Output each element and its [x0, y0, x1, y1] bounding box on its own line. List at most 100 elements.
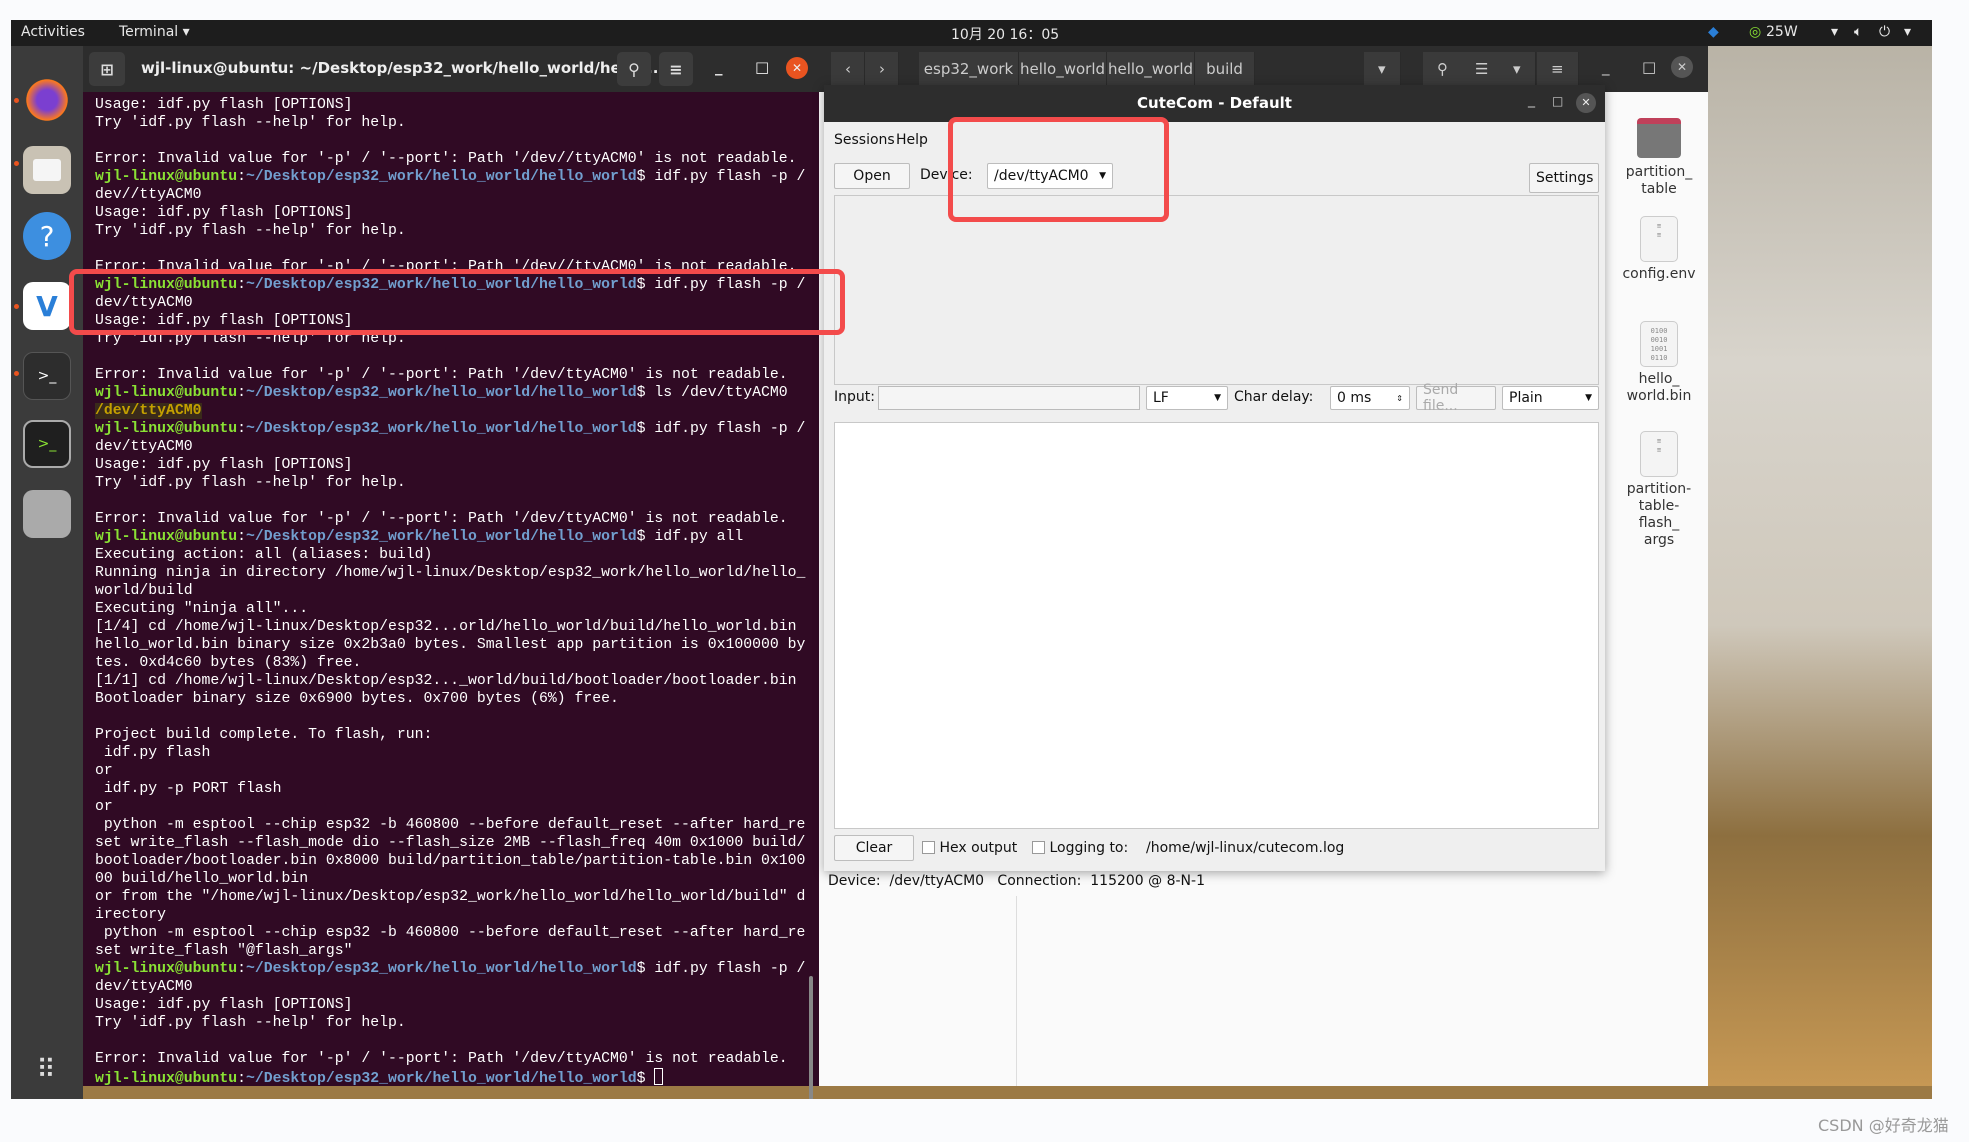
output-text: Error: Invalid value for '-p' / '--port'…: [95, 151, 797, 167]
view-options-chevron-icon[interactable]: ▾: [1499, 52, 1536, 86]
command: $ idf.py all: [636, 529, 744, 545]
minimize-button[interactable]: _: [715, 58, 723, 76]
cutecom-window: CuteCom - Default _ □ ✕ Sessions Help Op…: [824, 85, 1605, 889]
output-text: Usage: idf.py flash [OPTIONS]: [95, 97, 353, 113]
line-ending-select[interactable]: LF ▼: [1146, 386, 1228, 410]
open-button[interactable]: Open: [834, 163, 910, 189]
activities-button[interactable]: Activities: [21, 24, 85, 40]
drive-icon[interactable]: [23, 490, 71, 538]
app-v-icon[interactable]: V: [23, 282, 71, 330]
char-delay-value: 0 ms: [1337, 390, 1372, 406]
send-file-button[interactable]: Send file...: [1416, 382, 1496, 414]
menu-icon[interactable]: ≡: [659, 52, 693, 86]
terminal-app-menu[interactable]: Terminal ▾: [119, 24, 190, 40]
terminal-line: world/build: [95, 582, 815, 600]
terminal-line: hello_world.bin binary size 0x2b3a0 byte…: [95, 636, 815, 654]
output-text: Error: Invalid value for '-p' / '--port'…: [95, 511, 788, 527]
format-select[interactable]: Plain ▼: [1502, 386, 1599, 410]
app-indicator-icon[interactable]: ◆: [1708, 24, 1719, 40]
file-name: hello_ world.bin: [1626, 371, 1692, 404]
new-tab-icon[interactable]: ⊞: [89, 52, 125, 86]
command: $ idf.py flash -p /: [636, 961, 806, 977]
terminal-line: [1/1] cd /home/wjl-linux/Desktop/esp32..…: [95, 672, 815, 690]
terminal-line: Executing "ninja all"...: [95, 600, 815, 618]
breadcrumb-2[interactable]: hello_world: [1107, 52, 1195, 86]
clock[interactable]: 10月 20 16：05: [951, 24, 1059, 44]
breadcrumb-dropdown[interactable]: ▾: [1364, 52, 1401, 86]
terminal-window: ⊞ wjl-linux@ubuntu: ~/Desktop/esp32_work…: [83, 46, 819, 1099]
menu-help[interactable]: Help: [896, 132, 928, 148]
logging-label: Logging to:: [1049, 840, 1129, 856]
close-button[interactable]: ✕: [1671, 56, 1693, 78]
terminal-header: ⊞ wjl-linux@ubuntu: ~/Desktop/esp32_work…: [83, 46, 819, 92]
output-pane[interactable]: [834, 422, 1599, 829]
hex-output-checkbox[interactable]: Hex output: [922, 840, 1017, 856]
prompt-user: wjl-linux@ubuntu: [95, 421, 238, 437]
breadcrumb-0[interactable]: esp32_work: [919, 52, 1019, 86]
close-button[interactable]: ✕: [1576, 93, 1596, 113]
terminal-dock-icon[interactable]: >_: [23, 352, 71, 400]
settings-button[interactable]: Settings: [1529, 163, 1599, 193]
minimize-button[interactable]: _: [1602, 58, 1610, 76]
watermark: CSDN @好奇龙猫: [1818, 1116, 1949, 1135]
output-text: world/build: [95, 583, 193, 599]
terminal-line: idf.py -p PORT flash: [95, 780, 815, 798]
file-item[interactable]: ≡ ≡ partition- table-flash_ args: [1619, 431, 1699, 549]
terminal-line: Executing action: all (aliases: build): [95, 546, 815, 564]
back-button[interactable]: ‹: [831, 52, 865, 86]
terminal-line: Error: Invalid value for '-p' / '--port'…: [95, 1050, 815, 1068]
help-icon[interactable]: ?: [23, 212, 71, 260]
terminal-line: 00 build/hello_world.bin: [95, 870, 815, 888]
output-text: Usage: idf.py flash [OPTIONS]: [95, 457, 353, 473]
maximize-button[interactable]: □: [755, 58, 769, 76]
file-item[interactable]: 0100 0010 1001 0110 hello_ world.bin: [1619, 321, 1699, 405]
log-path: /home/wjl-linux/cutecom.log: [1146, 840, 1345, 856]
terminal-line: Usage: idf.py flash [OPTIONS]: [95, 456, 815, 474]
terminal-line: wjl-linux@ubuntu:~/Desktop/esp32_work/he…: [95, 169, 806, 185]
sidebar-divider: [1016, 896, 1017, 1086]
input-field[interactable]: [878, 386, 1140, 410]
gpu-icon[interactable]: ◎: [1749, 24, 1761, 40]
breadcrumb-1[interactable]: hello_world: [1019, 52, 1107, 86]
wifi-icon[interactable]: ▾: [1831, 24, 1838, 40]
char-delay-spinbox[interactable]: 0 ms ⇕: [1330, 386, 1410, 410]
menu-sessions[interactable]: Sessions: [834, 132, 895, 148]
input-label: Input:: [834, 389, 875, 405]
search-icon[interactable]: ⚲: [617, 52, 651, 86]
file-item[interactable]: partition_ table: [1619, 118, 1699, 198]
binary-file-icon: 0100 0010 1001 0110: [1640, 321, 1678, 367]
prompt-path: ~/Desktop/esp32_work/hello_world/hello_w…: [245, 1071, 637, 1087]
breadcrumb-3[interactable]: build: [1195, 52, 1255, 86]
output-text: /dev/ttyACM0: [95, 403, 202, 419]
scrollbar[interactable]: [809, 976, 813, 1099]
file-item[interactable]: ≡ ≡ config.env: [1619, 216, 1699, 283]
prompt-user: wjl-linux@ubuntu: [95, 385, 238, 401]
output-text: Running ninja in directory /home/wjl-lin…: [95, 565, 806, 581]
power-icon[interactable]: ⏻: [1879, 24, 1890, 40]
volume-icon[interactable]: 🔈︎: [1854, 24, 1862, 40]
view-list-icon[interactable]: ☰: [1461, 52, 1504, 86]
clear-button[interactable]: Clear: [834, 835, 914, 861]
logging-checkbox[interactable]: Logging to:: [1032, 840, 1128, 856]
output-text: Try 'idf.py flash --help' for help.: [95, 115, 406, 131]
terminal-output[interactable]: Usage: idf.py flash [OPTIONS] Try 'idf.py…: [95, 96, 815, 1088]
minimize-button[interactable]: _: [1528, 92, 1535, 108]
command: $ ls /dev/ttyACM0: [636, 385, 788, 401]
menu-icon[interactable]: ≡: [1537, 52, 1579, 86]
terminal-line: idf.py flash: [95, 744, 815, 762]
maximize-button[interactable]: □: [1642, 58, 1656, 76]
maximize-button[interactable]: □: [1552, 94, 1563, 108]
firefox-icon[interactable]: [23, 76, 71, 124]
forward-button[interactable]: ›: [865, 52, 899, 86]
file-name: partition_ table: [1625, 164, 1693, 197]
terminal-line: tes. 0xd4c60 bytes (83%) free.: [95, 654, 815, 672]
cutecom-dock-icon[interactable]: >_: [23, 420, 71, 468]
files-icon[interactable]: [23, 146, 71, 194]
system-menu-chevron-icon[interactable]: ▾: [1904, 24, 1911, 40]
search-icon[interactable]: ⚲: [1423, 52, 1463, 86]
show-apps-icon[interactable]: ⠿: [23, 1046, 71, 1094]
close-button[interactable]: ✕: [786, 57, 808, 79]
